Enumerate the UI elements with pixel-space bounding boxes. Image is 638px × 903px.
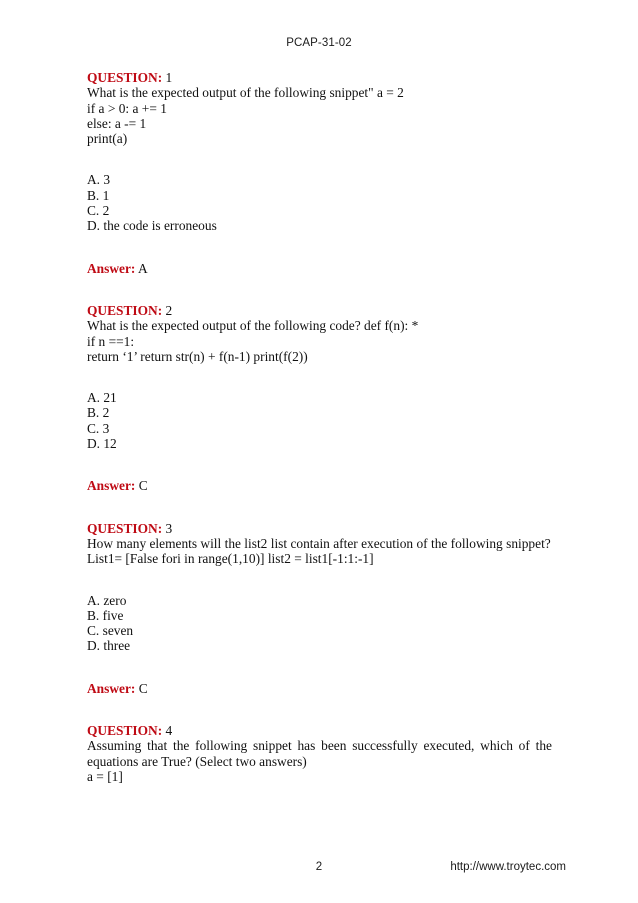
option-d[interactable]: D. 12: [87, 436, 552, 451]
answer-keyword: Answer:: [87, 680, 136, 696]
question-heading-4: QUESTION: 4: [87, 723, 552, 738]
answer-line-2: Answer: C: [87, 478, 552, 493]
question-heading-3: QUESTION: 3: [87, 521, 552, 536]
question-heading-1: QUESTION: 1: [87, 70, 552, 85]
question-keyword: QUESTION:: [87, 520, 163, 536]
option-c[interactable]: C. seven: [87, 623, 552, 638]
page-header: PCAP-31-02: [0, 37, 638, 49]
option-d[interactable]: D. the code is erroneous: [87, 218, 552, 233]
question-block-1: QUESTION: 1 What is the expected output …: [87, 70, 552, 276]
answer-line-3: Answer: C: [87, 681, 552, 696]
question-block-4: QUESTION: 4 Assuming that the following …: [87, 723, 552, 784]
question-body-line: print(a): [87, 131, 128, 147]
question-keyword: QUESTION:: [87, 70, 163, 85]
page-footer: 2 http://www.troytec.com: [0, 861, 638, 877]
option-b[interactable]: B. 1: [87, 188, 552, 203]
answer-value: A: [137, 260, 148, 276]
option-d[interactable]: D. three: [87, 638, 552, 653]
question-block-2: QUESTION: 2 What is the expected output …: [87, 303, 552, 494]
answer-options-1: A. 3 B. 1 C. 2 D. the code is erroneous: [87, 172, 552, 233]
question-body-line: else: a -= 1: [87, 115, 147, 131]
question-body-line: if a > 0: a += 1: [87, 100, 167, 116]
answer-keyword: Answer:: [87, 260, 136, 276]
option-b[interactable]: B. five: [87, 608, 552, 623]
question-number: 2: [165, 302, 173, 318]
answer-options-2: A. 21 B. 2 C. 3 D. 12: [87, 390, 552, 451]
question-keyword: QUESTION:: [87, 723, 163, 739]
source-url: http://www.troytec.com: [450, 861, 566, 873]
answer-keyword: Answer:: [87, 478, 136, 494]
question-number: 3: [165, 520, 173, 536]
answer-value: C: [138, 680, 148, 696]
question-body-line: How many elements will the list2 list co…: [87, 535, 551, 551]
option-b[interactable]: B. 2: [87, 405, 552, 420]
question-body-line: if n ==1:: [87, 333, 135, 349]
question-body-line: List1= [False fori in range(1,10)] list2…: [87, 551, 374, 567]
document-content: QUESTION: 1 What is the expected output …: [87, 70, 552, 784]
question-heading-2: QUESTION: 2: [87, 303, 552, 318]
answer-value: C: [138, 478, 148, 494]
question-body-line: What is the expected output of the follo…: [87, 85, 404, 101]
answer-line-1: Answer: A: [87, 261, 552, 276]
question-number: 4: [165, 723, 173, 739]
question-body-line: return ‘1’ return str(n) + f(n-1) print(…: [87, 348, 308, 364]
question-block-3: QUESTION: 3 How many elements will the l…: [87, 521, 552, 696]
exam-code-label: PCAP-31-02: [286, 37, 352, 49]
question-body-line: What is the expected output of the follo…: [87, 318, 419, 334]
question-number: 1: [165, 70, 173, 85]
option-c[interactable]: C. 3: [87, 421, 552, 436]
answer-options-3: A. zero B. five C. seven D. three: [87, 593, 552, 654]
question-body-line: a = [1]: [87, 768, 123, 784]
document-page: PCAP-31-02 QUESTION: 1 What is the expec…: [0, 0, 638, 903]
question-keyword: QUESTION:: [87, 302, 163, 318]
option-c[interactable]: C. 2: [87, 203, 552, 218]
question-body-paragraph: Assuming that the following snippet has …: [87, 738, 552, 769]
option-a[interactable]: A. 3: [87, 172, 552, 187]
option-a[interactable]: A. 21: [87, 390, 552, 405]
option-a[interactable]: A. zero: [87, 593, 552, 608]
